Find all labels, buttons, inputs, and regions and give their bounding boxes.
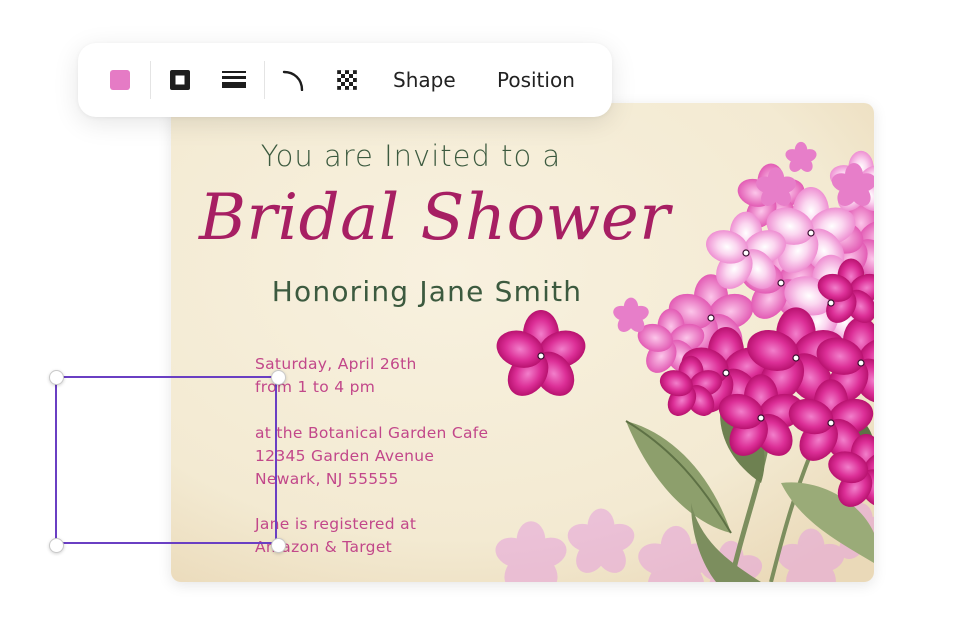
toolbar-divider (150, 61, 151, 99)
border-square-icon (170, 70, 190, 90)
resize-handle-top-left[interactable] (49, 370, 64, 385)
event-street[interactable]: 12345 Garden Avenue (255, 447, 434, 465)
honoree-line[interactable]: Honoring Jane Smith (171, 275, 683, 308)
corner-radius-icon (282, 70, 304, 91)
registry-line-1[interactable]: Jane is registered at (255, 515, 416, 533)
border-style-button[interactable] (168, 68, 192, 92)
fill-color-swatch[interactable] (110, 70, 130, 90)
resize-handle-top-right[interactable] (271, 370, 286, 385)
position-button[interactable]: Position (497, 67, 575, 93)
resize-handle-bottom-right[interactable] (271, 538, 286, 553)
transparency-button[interactable] (335, 68, 359, 92)
line-weight-button[interactable] (221, 68, 247, 92)
invite-heading[interactable]: You are Invited to a (171, 139, 651, 173)
toolbar-divider (264, 61, 265, 99)
selected-shape-outline[interactable] (55, 376, 277, 544)
event-venue[interactable]: at the Botanical Garden Cafe (255, 424, 488, 442)
line-weight-icon (222, 71, 246, 88)
event-title[interactable]: Bridal Shower (199, 181, 670, 255)
transparency-icon (337, 70, 357, 90)
resize-handle-bottom-left[interactable] (49, 538, 64, 553)
shape-toolbar: Shape Position (78, 43, 612, 117)
corner-radius-button[interactable] (281, 68, 305, 92)
shape-button[interactable]: Shape (393, 67, 456, 93)
